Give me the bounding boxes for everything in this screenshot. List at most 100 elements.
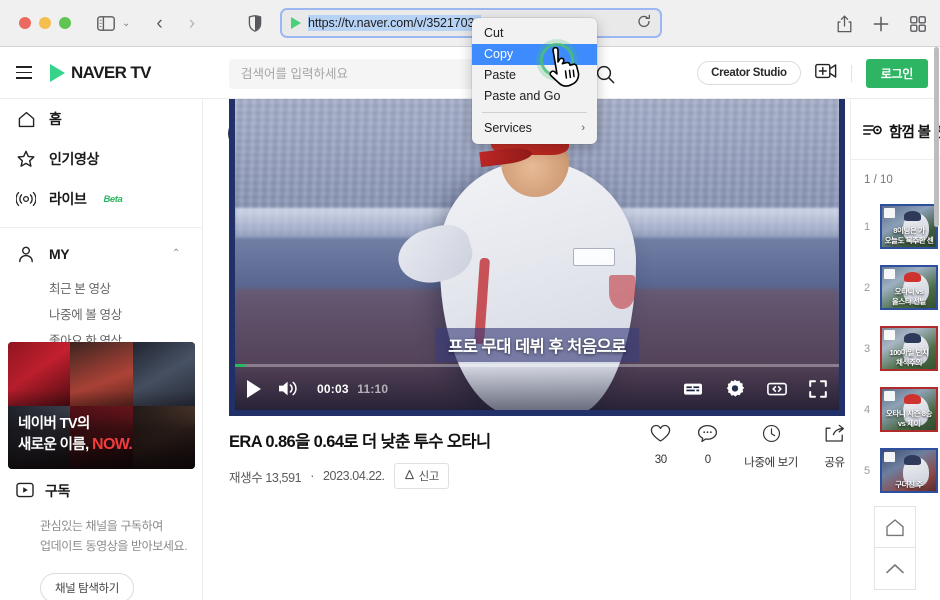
sidebar-item-popular[interactable]: 인기영상 xyxy=(0,139,202,179)
forward-button[interactable]: › xyxy=(189,14,195,33)
chevron-down-icon[interactable]: ⌄ xyxy=(122,18,130,29)
sidebar-toggle-icon[interactable] xyxy=(97,16,115,31)
play-icon[interactable] xyxy=(247,380,261,398)
close-window-button[interactable] xyxy=(19,17,31,29)
sidebar-item-label: 라이브 xyxy=(49,189,86,209)
like-button[interactable]: 30 xyxy=(650,424,671,470)
promo-line-2-text: 새로운 이름, xyxy=(18,437,89,453)
promo-text: 네이버 TV의 새로운 이름, NOW. xyxy=(18,415,132,455)
picture-in-picture-icon[interactable] xyxy=(767,381,787,397)
watch-later-button[interactable]: 나중에 보기 xyxy=(744,424,798,470)
new-tab-button[interactable] xyxy=(873,16,889,32)
share-icon[interactable] xyxy=(837,15,852,33)
quality-settings-icon[interactable] xyxy=(683,381,703,397)
logo-text: NAVER TV xyxy=(71,63,151,83)
left-sidebar: 홈 인기영상 라이브 Beta xyxy=(0,99,203,600)
context-menu-label: Services xyxy=(484,118,532,139)
list-item[interactable]: 4 오타니 시즌 8승vs 제이 xyxy=(851,379,940,440)
view-count: 재생수 13,591 xyxy=(229,467,301,486)
volume-icon[interactable] xyxy=(277,379,299,398)
total-time: 11:10 xyxy=(357,382,388,396)
browser-actions xyxy=(837,0,926,47)
shield-icon[interactable] xyxy=(248,15,262,37)
jersey-patch xyxy=(573,248,615,266)
scroll-to-top-icon[interactable] xyxy=(874,548,916,590)
list-item[interactable]: 1 8이닝은 가오늘도 목주한 센 xyxy=(851,196,940,257)
live-broadcast-icon xyxy=(16,191,36,207)
promo-banner[interactable]: 네이버 TV의 새로운 이름, NOW. xyxy=(8,342,195,469)
context-menu-item-paste-and-go[interactable]: Paste and Go xyxy=(472,86,597,107)
naver-tv-logo[interactable]: NAVER TV xyxy=(50,63,151,83)
context-menu-label: Cut xyxy=(484,23,503,44)
sidebar-item-home[interactable]: 홈 xyxy=(0,99,202,139)
playlist-counter: 1 / 10 xyxy=(851,160,940,186)
playlist-item-number: 3 xyxy=(864,343,872,355)
page-scrollbar[interactable] xyxy=(934,47,939,227)
time-display: 00:03 11:10 xyxy=(317,382,388,396)
search-icon[interactable] xyxy=(596,65,615,89)
context-menu-item-paste[interactable]: Paste xyxy=(472,65,597,86)
playlist-item-number: 4 xyxy=(864,404,872,416)
video-info: ERA 0.86을 0.64로 더 낮춘 투수 오타니 재생수 13,591 ·… xyxy=(229,428,845,489)
minimize-window-button[interactable] xyxy=(39,17,51,29)
thumb-badge-icon xyxy=(884,330,895,340)
playlist-item-thumbnail[interactable]: 8이닝은 가오늘도 목주한 센 xyxy=(880,204,938,249)
playlist-item-thumbnail[interactable]: 오타니 vs올스타 선발 xyxy=(880,265,938,310)
sidebar-subitem-watch-later[interactable]: 나중에 볼 영상 xyxy=(0,300,202,326)
chevron-right-icon: › xyxy=(581,118,585,139)
context-menu-label: Paste and Go xyxy=(484,86,560,107)
maximize-window-button[interactable] xyxy=(59,17,71,29)
playlist-title: 함껌 볼 만 xyxy=(889,121,940,142)
sidebar-subitem-recent[interactable]: 최근 본 영상 xyxy=(0,274,202,300)
reload-icon[interactable] xyxy=(637,15,651,32)
home-icon[interactable] xyxy=(874,506,916,548)
subscribe-video-icon xyxy=(16,482,34,501)
upload-video-icon[interactable] xyxy=(815,62,837,85)
context-menu-item-services[interactable]: Services › xyxy=(472,118,597,139)
fullscreen-icon[interactable] xyxy=(809,380,827,398)
list-item[interactable]: 2 오타니 vs올스타 선발 xyxy=(851,257,940,318)
explore-channels-button[interactable]: 채널 탐색하기 xyxy=(40,573,134,600)
tab-overview-icon[interactable] xyxy=(910,16,926,32)
playlist-items: 1 8이닝은 가오늘도 목주한 센 2 오타니 vs올스 xyxy=(851,196,940,501)
hamburger-menu-icon[interactable] xyxy=(16,66,32,79)
logo-play-icon xyxy=(50,64,65,82)
context-menu-item-cut[interactable]: Cut xyxy=(472,23,597,44)
beta-badge: Beta xyxy=(103,194,122,205)
upload-date: 2023.04.22. xyxy=(323,469,385,483)
sidebar-item-label: MY xyxy=(49,246,69,262)
playlist-item-number: 5 xyxy=(864,465,872,477)
comment-icon xyxy=(697,424,718,448)
address-bar-container[interactable]: https://tv.naver.com/v/35217039 xyxy=(280,8,662,38)
list-item[interactable]: 3 100마일 던지채식주의 xyxy=(851,318,940,379)
login-button[interactable]: 로그인 xyxy=(866,59,928,88)
share-icon xyxy=(824,424,845,448)
video-actions: 30 0 xyxy=(650,424,845,470)
back-button[interactable]: ‹ xyxy=(156,14,162,33)
thumb-badge-icon xyxy=(884,269,895,279)
playlist-item-thumbnail[interactable]: 100마일 던지채식주의 xyxy=(880,326,938,371)
url-text[interactable]: https://tv.naver.com/v/35217039 xyxy=(308,15,481,31)
context-menu-label: Copy xyxy=(484,44,513,65)
thumb-badge-icon xyxy=(884,452,895,462)
report-button[interactable]: 신고 xyxy=(394,463,449,489)
comment-button[interactable]: 0 xyxy=(697,424,718,470)
sidebar-item-label: 인기영상 xyxy=(49,149,99,169)
gear-icon[interactable] xyxy=(725,379,745,399)
playlist-item-thumbnail[interactable]: 오타니 시즌 8승vs 제이 xyxy=(880,387,938,432)
playlist-item-caption: 구더진 주 xyxy=(882,480,936,489)
creator-studio-button[interactable]: Creator Studio xyxy=(697,61,801,85)
playlist-item-caption: 오타니 vs올스타 선발 xyxy=(882,287,936,306)
address-bar[interactable]: https://tv.naver.com/v/35217039 xyxy=(280,8,662,38)
list-item[interactable]: 5 구더진 주 xyxy=(851,440,940,501)
subscribe-desc-line-2: 업데이트 동영상을 받아보세요. xyxy=(40,537,203,557)
sidebar-item-live[interactable]: 라이브 Beta xyxy=(0,179,202,219)
share-button[interactable]: 공유 xyxy=(824,424,845,470)
context-menu-item-copy[interactable]: Copy xyxy=(472,44,597,65)
share-label: 공유 xyxy=(824,454,844,470)
report-label: 신고 xyxy=(419,468,439,484)
sidebar-item-my[interactable]: MY ⌃ xyxy=(0,234,202,274)
playlist-item-thumbnail[interactable]: 구더진 주 xyxy=(880,448,938,493)
promo-line-2: 새로운 이름, NOW. xyxy=(18,434,132,455)
chevron-up-icon[interactable]: ⌃ xyxy=(172,248,180,259)
